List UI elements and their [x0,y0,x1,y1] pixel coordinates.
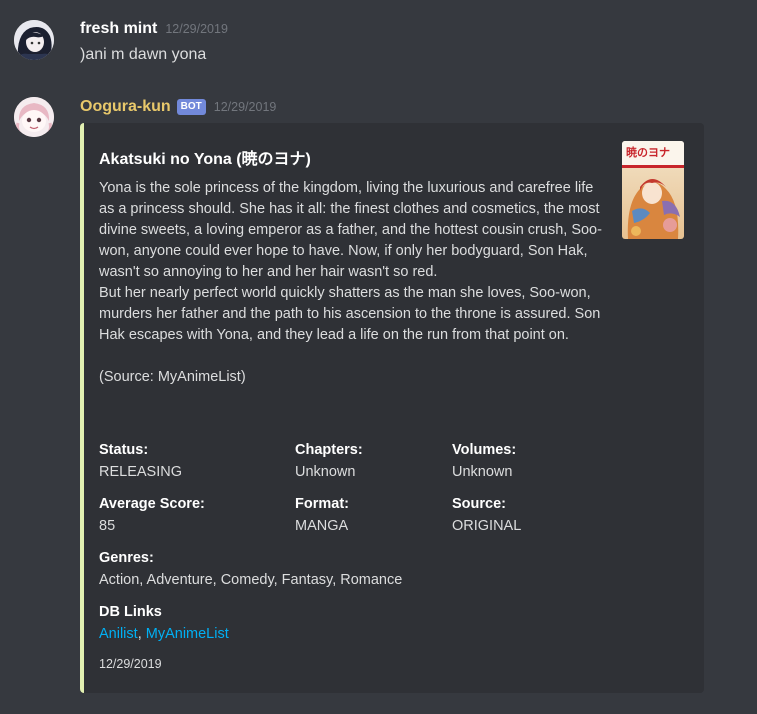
field-volumes: Volumes: Unknown [452,439,516,483]
field-genres-value: Action, Adventure, Comedy, Fantasy, Roma… [99,572,403,588]
field-volumes-value: Unknown [452,464,513,480]
field-format-value: MANGA [295,518,349,534]
field-average-score-name: Average Score: [99,496,205,512]
bot-tag: BOT [176,99,206,115]
field-status-name: Status: [99,442,149,458]
field-source-value: ORIGINAL [452,518,522,534]
link-separator: , [137,626,146,642]
avatar[interactable] [14,97,54,137]
field-chapters-name: Chapters: [295,442,363,458]
embed-footer-timestamp: 12/29/2019 [99,657,162,671]
timestamp: 12/29/2019 [213,100,277,114]
message-header: Oogura-kun BOT 12/29/2019 [80,98,276,116]
field-status: Status: RELEASING [99,439,182,483]
field-volumes-name: Volumes: [452,442,517,458]
avatar[interactable] [14,20,54,60]
username[interactable]: Oogura-kun [80,98,171,116]
field-db-links-value: Anilist, MyAnimeList [99,623,229,645]
field-chapters: Chapters: Unknown [295,439,363,483]
message-fresh-mint: fresh mint 12/29/2019 )ani m dawn yona [0,0,757,90]
field-db-links-name: DB Links [99,604,162,620]
field-genres: Genres: Action, Adventure, Comedy, Fanta… [99,547,402,591]
field-status-value: RELEASING [99,464,182,480]
rich-embed: Akatsuki no Yona (暁のヨナ) Yona is the sole… [80,123,704,693]
message-header: fresh mint 12/29/2019 [80,20,228,38]
field-source: Source: ORIGINAL [452,493,521,537]
field-chapters-value: Unknown [295,464,356,480]
message-oogura-kun: Oogura-kun BOT 12/29/2019 [0,90,757,137]
embed-description: Yona is the sole princess of the kingdom… [99,180,602,385]
field-format: Format: MANGA [295,493,349,537]
field-genres-name: Genres: [99,550,154,566]
embed-thumbnail[interactable]: 暁のヨナ [622,141,684,239]
embed-title: Akatsuki no Yona (暁のヨナ) [99,151,311,168]
field-format-name: Format: [295,496,349,512]
thumbnail-title: 暁のヨナ [626,145,670,159]
field-source-name: Source: [452,496,506,512]
timestamp: 12/29/2019 [165,22,228,36]
field-average-score-value: 85 [99,518,116,534]
field-db-links: DB Links Anilist, MyAnimeList [99,601,229,645]
field-average-score: Average Score: 85 [99,493,205,537]
message-content: )ani m dawn yona [80,46,207,63]
anilist-link[interactable]: Anilist [99,626,138,642]
username[interactable]: fresh mint [80,20,157,38]
myanimelist-link[interactable]: MyAnimeList [146,626,229,642]
